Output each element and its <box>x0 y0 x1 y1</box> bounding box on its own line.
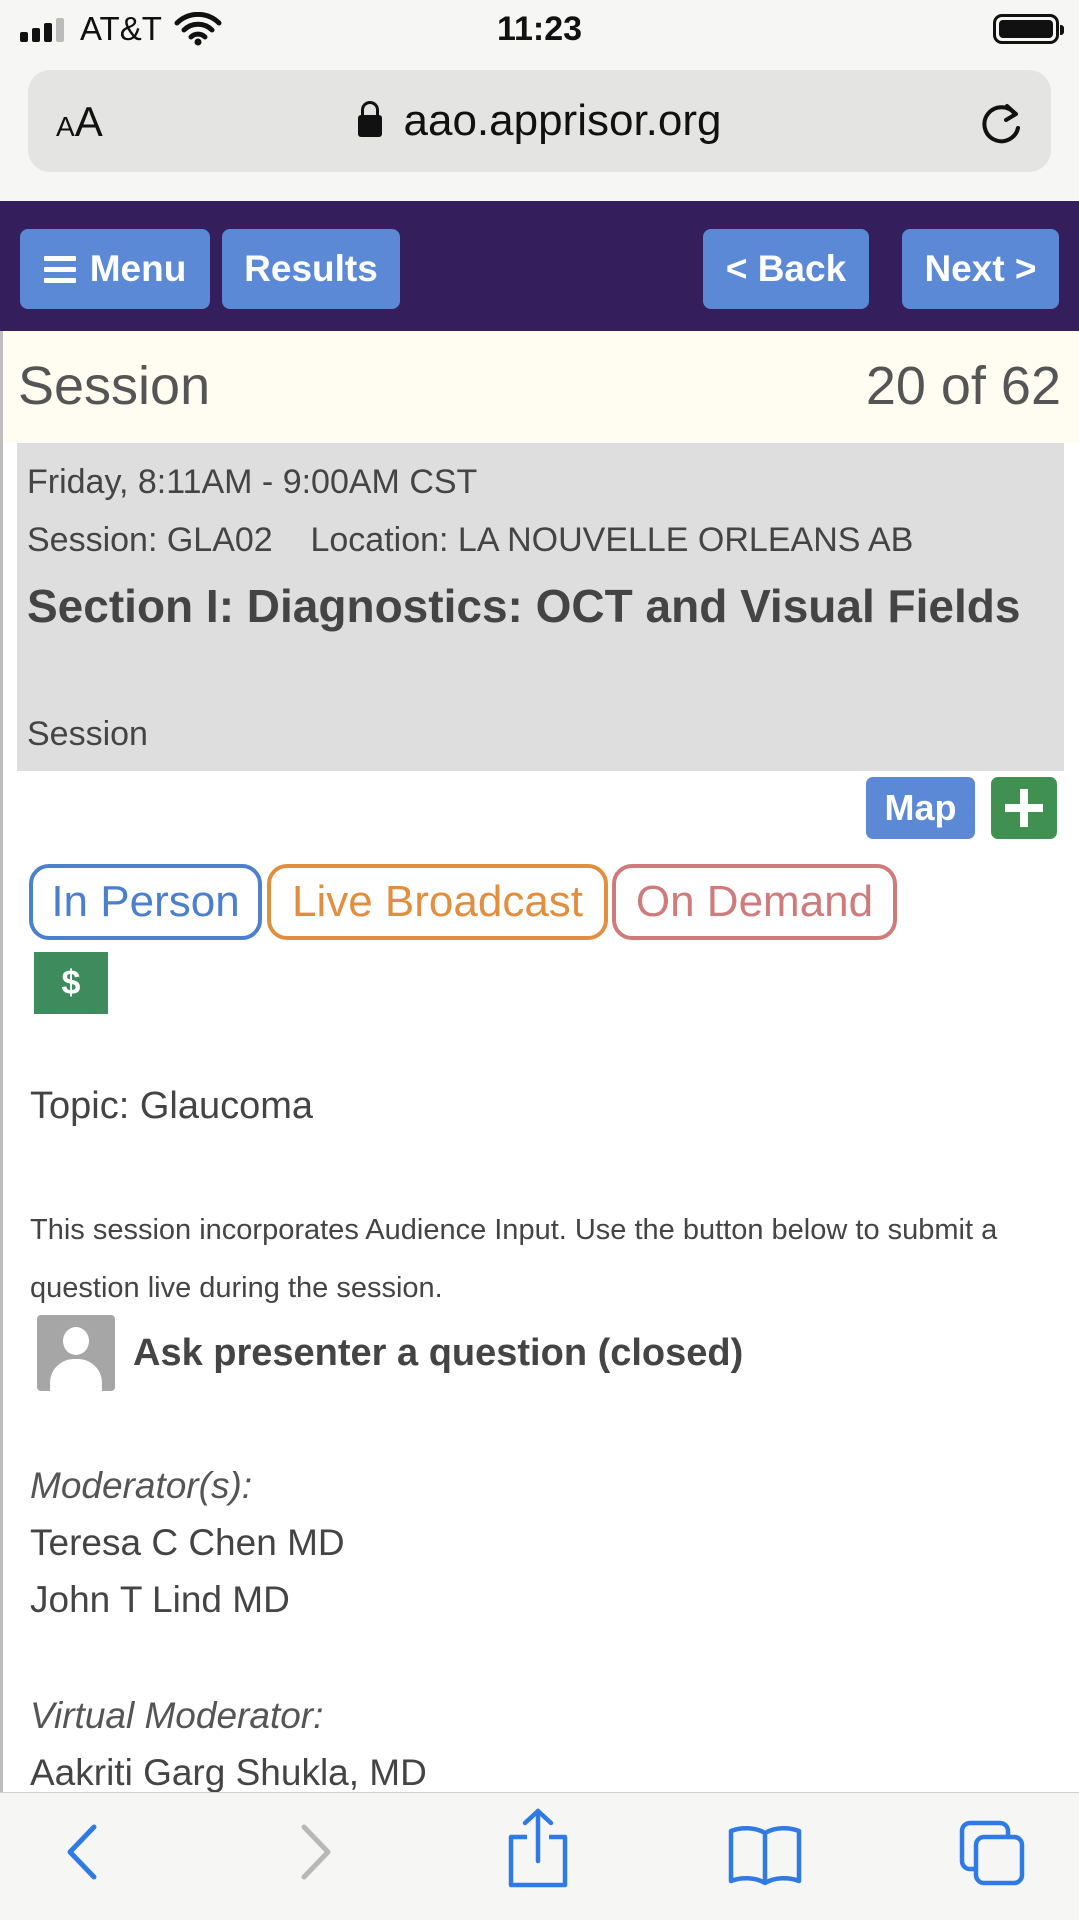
audience-input-note: This session incorporates Audience Input… <box>30 1214 998 1304</box>
format-in-person-badge: In Person <box>29 864 262 940</box>
browser-chrome: AA aao.apprisor.org <box>0 60 1079 201</box>
tabs-icon[interactable] <box>958 1819 1028 1894</box>
url-text: aao.apprisor.org <box>403 96 722 145</box>
add-to-schedule-icon[interactable] <box>991 777 1057 839</box>
virtual-moderator-label: Virtual Moderator: <box>30 1695 324 1736</box>
menu-button[interactable]: Menu <box>20 229 210 309</box>
ask-question-label: Ask presenter a question (closed) <box>133 1331 744 1374</box>
format-live-broadcast-badge: Live Broadcast <box>267 864 608 940</box>
share-icon[interactable] <box>505 1807 571 1896</box>
session-title: Section I: Diagnostics: OCT and Visual F… <box>27 580 1021 632</box>
session-code-location: Session: GLA02 Location: LA NOUVELLE ORL… <box>27 521 914 559</box>
back-arrow-icon[interactable] <box>58 1817 108 1892</box>
next-button[interactable]: Next > <box>902 229 1059 309</box>
session-topic: Topic: Glaucoma <box>30 1085 314 1127</box>
reload-icon[interactable] <box>977 100 1025 153</box>
session-counter: 20 of 62 <box>865 356 1061 416</box>
menu-button-label: Menu <box>89 248 187 289</box>
session-header: Session 20 of 62 <box>3 331 1079 443</box>
fee-badge: $ <box>34 952 108 1014</box>
format-on-demand-badge: On Demand <box>612 864 897 940</box>
app-nav-bar: Menu Results < Back Next > <box>0 201 1079 331</box>
battery-icon <box>993 14 1064 44</box>
lock-icon <box>357 101 382 137</box>
back-button[interactable]: < Back <box>703 229 869 309</box>
session-info-box: Friday, 8:11AM - 9:00AM CST Session: GLA… <box>17 443 1064 771</box>
session-type: Session <box>27 715 148 753</box>
hamburger-icon <box>43 250 76 289</box>
address-bar[interactable]: AA aao.apprisor.org <box>28 70 1051 172</box>
virtual-moderator-name[interactable]: Aakriti Garg Shukla, MD <box>30 1752 427 1794</box>
page-title: Session <box>18 356 211 416</box>
session-detail: Session 20 of 62 Friday, 8:11AM - 9:00AM… <box>0 331 1079 1794</box>
moderators-label: Moderator(s): <box>30 1465 253 1506</box>
url-field[interactable]: aao.apprisor.org <box>28 96 1051 146</box>
session-datetime: Friday, 8:11AM - 9:00AM CST <box>27 463 478 501</box>
map-button[interactable]: Map <box>866 777 975 839</box>
status-bar: AT&T 11:23 <box>0 0 1079 60</box>
avatar <box>37 1315 115 1391</box>
status-time: 11:23 <box>496 10 583 48</box>
moderator-name[interactable]: John T Lind MD <box>30 1579 290 1621</box>
results-button[interactable]: Results <box>222 229 400 309</box>
ask-question-button[interactable]: Ask presenter a question (closed) <box>37 1314 743 1392</box>
moderator-name[interactable]: Teresa C Chen MD <box>30 1522 345 1564</box>
forward-arrow-icon[interactable] <box>290 1817 340 1892</box>
bookmarks-icon[interactable] <box>727 1823 803 1892</box>
browser-toolbar <box>0 1792 1079 1920</box>
